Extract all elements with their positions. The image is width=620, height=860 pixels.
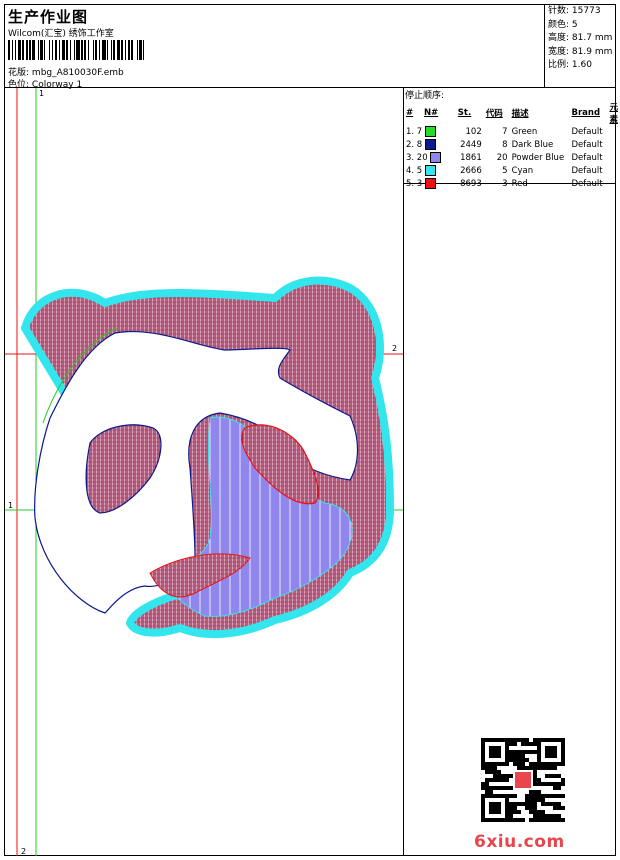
col-code: 代码 — [485, 109, 503, 119]
panda-design — [21, 276, 394, 639]
guide-label-right: 2 — [392, 344, 397, 353]
stop-sequence-title: 停止顺序: — [405, 91, 445, 101]
guide-label-left: 1 — [8, 501, 13, 510]
stop-code: 20 — [496, 152, 508, 163]
col-brand: Brand — [571, 108, 601, 118]
stop-description: Green — [511, 126, 538, 137]
col-needle: N# — [423, 108, 439, 118]
software-label: Wilcom(汇宝) 绣饰工作室 — [8, 29, 114, 39]
stop-stitches: 102 — [465, 126, 482, 137]
stop-brand: Default — [571, 139, 603, 150]
stop-element — [607, 164, 620, 177]
stop-element — [607, 138, 620, 151]
stop-brand: Default — [571, 126, 603, 137]
stat-colors: 颜色: 5 — [548, 19, 578, 30]
stat-scale: 比例: 1.60 — [548, 60, 592, 70]
stop-description: Powder Blue — [511, 152, 565, 163]
stat-height: 高度: 81.7 mm — [548, 33, 613, 43]
table-row: 3. 20 1861 20 Powder Blue Default — [404, 151, 620, 164]
stop-stitches: 1861 — [460, 152, 482, 163]
stop-code: 3 — [502, 178, 508, 189]
color-swatch — [424, 165, 436, 176]
stop-code: 5 — [502, 165, 508, 176]
table-row: 5. 3 8693 3 Red Default — [404, 177, 620, 190]
embroidery-design-canvas: 1 2 1 2 — [5, 88, 403, 856]
table-row: 4. 5 2666 5 Cyan Default — [404, 164, 620, 177]
col-description: 描述 — [511, 109, 529, 119]
col-stitches: St. — [457, 108, 472, 118]
page-title: 生产作业图 — [8, 8, 89, 26]
stop-brand: Default — [571, 165, 603, 176]
stop-element — [607, 125, 620, 138]
table-row: 2. 8 2449 8 Dark Blue Default — [404, 138, 620, 151]
stat-width: 宽度: 81.9 mm — [548, 46, 613, 57]
barcode — [8, 40, 196, 60]
color-swatch — [424, 126, 436, 137]
stop-element — [607, 177, 620, 190]
stop-index: 5. 3 — [404, 177, 456, 190]
stop-code: 7 — [502, 126, 508, 137]
stop-table-header: # N# St. 代码 描述 Brand 元素 — [404, 101, 620, 125]
watermark-logo: 6xiu.com — [474, 832, 565, 852]
stop-code: 8 — [502, 139, 508, 150]
stop-index: 4. 5 — [404, 164, 456, 177]
stop-brand: Default — [571, 178, 603, 189]
stop-stitches: 8693 — [460, 178, 482, 189]
stats-panel: 针数: 15773 颜色: 5 高度: 81.7 mm 宽度: 81.9 mm … — [545, 4, 616, 88]
pane-divider — [403, 88, 404, 856]
stop-stitches: 2449 — [460, 139, 482, 150]
stop-element — [607, 151, 620, 164]
stop-description: Red — [511, 178, 528, 189]
stop-sequence-table: # N# St. 代码 描述 Brand 元素 1. 7 102 7 Green… — [404, 101, 620, 190]
guide-label-bottom: 2 — [21, 847, 26, 856]
col-index: # — [406, 108, 414, 118]
header-panel: 生产作业图 Wilcom(汇宝) 绣饰工作室 花版: mbg_A810030F.… — [4, 4, 545, 90]
guide-label-top: 1 — [39, 89, 44, 98]
stop-index: 1. 7 — [404, 125, 456, 138]
stop-description: Dark Blue — [511, 139, 554, 150]
color-swatch — [430, 152, 442, 163]
color-swatch — [424, 178, 436, 189]
table-row: 1. 7 102 7 Green Default — [404, 125, 620, 138]
stop-description: Cyan — [511, 165, 534, 176]
qr-code — [481, 738, 565, 822]
stop-stitches: 2666 — [460, 165, 482, 176]
col-element: 元素 — [609, 103, 618, 125]
stop-index: 2. 8 — [404, 138, 456, 151]
stat-stitches: 针数: 15773 — [548, 6, 601, 16]
stop-brand: Default — [571, 152, 603, 163]
stop-index: 3. 20 — [404, 151, 456, 164]
color-swatch — [424, 139, 436, 150]
